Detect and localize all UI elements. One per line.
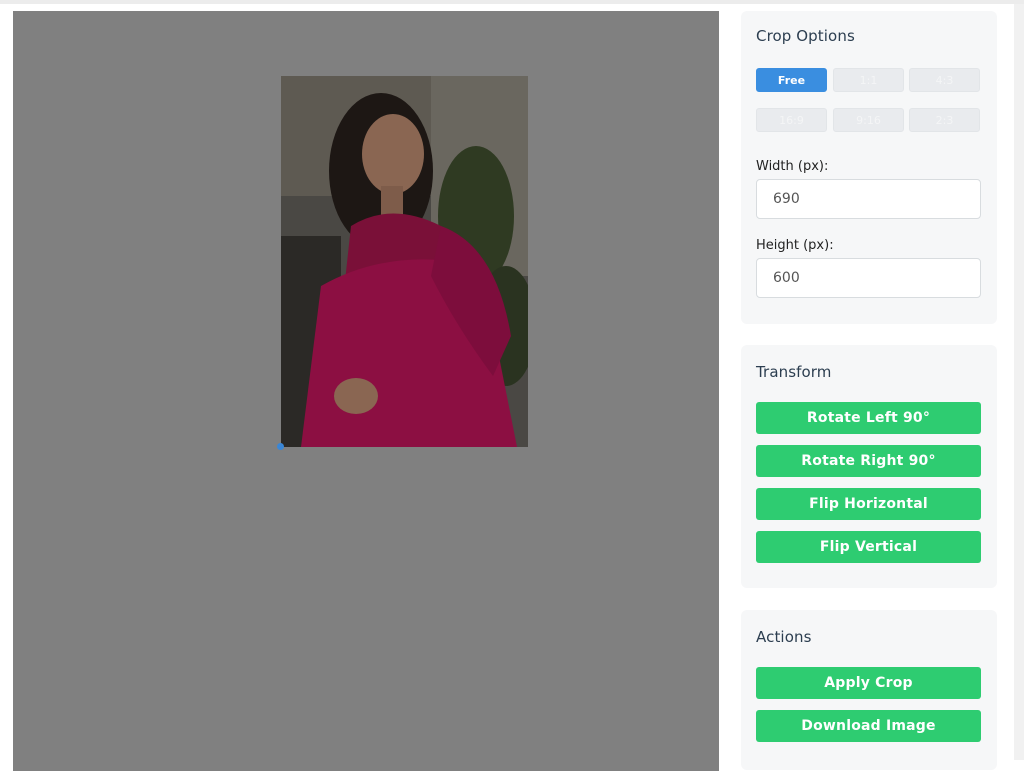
height-input[interactable] bbox=[756, 258, 981, 298]
flip-vertical-button[interactable]: Flip Vertical bbox=[756, 531, 981, 563]
top-border bbox=[0, 0, 1024, 4]
image-preview[interactable] bbox=[281, 76, 528, 447]
crop-options-panel: Crop Options Free 1:1 4:3 16:9 9:16 2:3 … bbox=[741, 11, 997, 324]
ratio-9-16-button[interactable]: 9:16 bbox=[833, 108, 904, 132]
transform-title: Transform bbox=[756, 363, 832, 381]
height-label: Height (px): bbox=[756, 238, 834, 253]
actions-title: Actions bbox=[756, 628, 812, 646]
crop-handle[interactable] bbox=[277, 443, 284, 450]
actions-panel: Actions Apply Crop Download Image bbox=[741, 610, 997, 770]
ratio-16-9-button[interactable]: 16:9 bbox=[756, 108, 827, 132]
flip-horizontal-button[interactable]: Flip Horizontal bbox=[756, 488, 981, 520]
ratio-free-button[interactable]: Free bbox=[756, 68, 827, 92]
rotate-right-button[interactable]: Rotate Right 90° bbox=[756, 445, 981, 477]
transform-panel: Transform Rotate Left 90° Rotate Right 9… bbox=[741, 345, 997, 588]
crop-options-title: Crop Options bbox=[756, 27, 855, 45]
portrait-photo bbox=[281, 76, 528, 447]
download-image-button[interactable]: Download Image bbox=[756, 710, 981, 742]
width-label: Width (px): bbox=[756, 159, 829, 174]
ratio-4-3-button[interactable]: 4:3 bbox=[909, 68, 980, 92]
ratio-2-3-button[interactable]: 2:3 bbox=[909, 108, 980, 132]
rotate-left-button[interactable]: Rotate Left 90° bbox=[756, 402, 981, 434]
ratio-1-1-button[interactable]: 1:1 bbox=[833, 68, 904, 92]
scrollbar[interactable] bbox=[1014, 4, 1024, 760]
apply-crop-button[interactable]: Apply Crop bbox=[756, 667, 981, 699]
width-input[interactable] bbox=[756, 179, 981, 219]
